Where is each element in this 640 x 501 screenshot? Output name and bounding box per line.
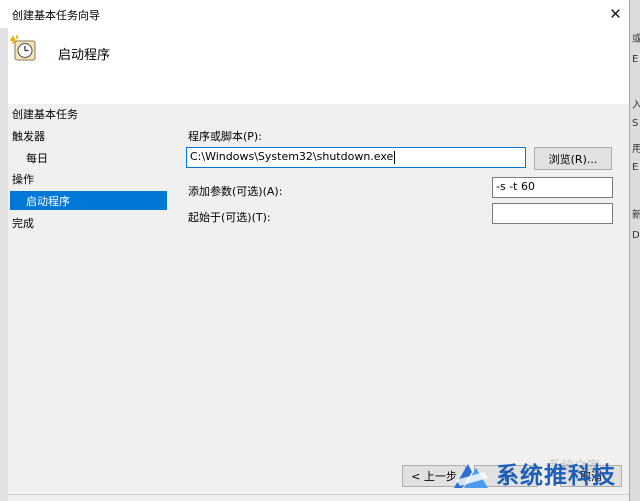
program-script-value: C:\Windows\System32\shutdown.exe (190, 150, 394, 163)
close-button[interactable]: ✕ (602, 0, 629, 28)
watermark-logo-icon (454, 464, 488, 488)
strip-char: 新 (632, 206, 640, 221)
nav-item-daily[interactable]: 每日 (26, 150, 48, 166)
background-window-right-edge: 或 E 入 S 用 E 新 D (629, 0, 640, 501)
strip-char: D (632, 230, 640, 241)
wizard-header (8, 28, 629, 105)
page-title: 启动程序 (58, 48, 111, 63)
window-title: 创建基本任务向导 (12, 9, 100, 22)
arguments-input[interactable]: -s -t 60 (492, 177, 613, 198)
text-caret (394, 150, 396, 164)
strip-char: 入 (632, 96, 640, 111)
watermark-text: 系统推科技 (496, 463, 616, 489)
arguments-label: 添加参数(可选)(A): (188, 185, 283, 198)
nav-item-finish[interactable]: 完成 (12, 215, 34, 231)
program-script-input[interactable]: C:\Windows\System32\shutdown.exe (186, 147, 526, 168)
browse-button[interactable]: 浏览(R)... (534, 147, 612, 170)
start-in-label: 起始于(可选)(T): (188, 211, 271, 224)
strip-char: E (632, 162, 639, 173)
strip-char: 或 (632, 30, 640, 45)
nav-item-action[interactable]: 操作 (12, 171, 34, 187)
task-clock-icon (10, 35, 36, 61)
nav-item-create-task[interactable]: 创建基本任务 (12, 106, 78, 122)
strip-char: 用 (632, 140, 640, 155)
program-script-label: 程序或脚本(P): (188, 130, 262, 143)
nav-item-trigger[interactable]: 触发器 (12, 128, 45, 144)
nav-item-start-program[interactable]: 启动程序 (26, 193, 70, 209)
close-icon: ✕ (609, 5, 622, 23)
strip-char: E (632, 54, 639, 65)
strip-char: S (632, 118, 639, 129)
start-in-input[interactable] (492, 203, 613, 224)
footer-divider (8, 494, 629, 495)
